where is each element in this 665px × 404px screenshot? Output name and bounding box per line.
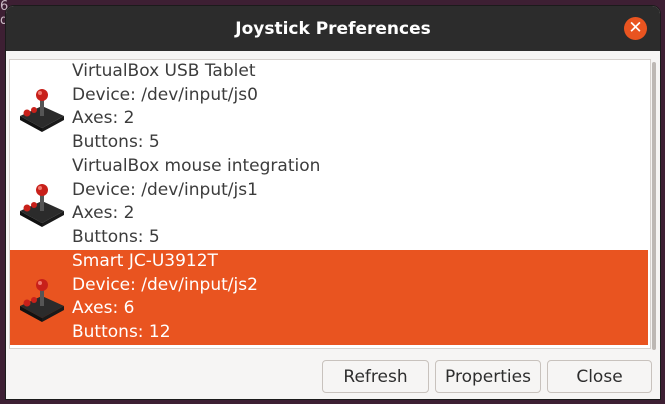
scrollbar-thumb[interactable] — [652, 62, 656, 350]
device-axes: Axes: 6 — [72, 298, 135, 318]
device-axes: Axes: 2 — [72, 203, 135, 223]
close-window-button[interactable]: ✕ — [624, 17, 647, 40]
joystick-icon — [20, 184, 64, 227]
device-row-selected[interactable]: Smart JC-U3912T Device: /dev/input/js2 A… — [10, 250, 648, 345]
device-axes: Axes: 2 — [72, 108, 135, 128]
device-buttons: Buttons: 5 — [72, 131, 160, 152]
vertical-scrollbar[interactable] — [652, 59, 657, 350]
device-row[interactable]: VirtualBox mouse integration Device: /de… — [10, 155, 648, 250]
refresh-button[interactable]: Refresh — [322, 360, 429, 393]
device-name: VirtualBox mouse integration — [72, 156, 321, 176]
close-button[interactable]: Close — [547, 360, 652, 393]
device-row[interactable]: VirtualBox USB Tablet Device: /dev/input… — [10, 60, 648, 155]
dialog-button-row: Refresh Properties Close — [6, 358, 660, 399]
properties-button[interactable]: Properties — [435, 360, 541, 393]
device-buttons: Buttons: 5 — [72, 226, 160, 247]
joystick-preferences-dialog: Joystick Preferences ✕ VirtualBox USB Ta… — [6, 6, 660, 399]
device-info: VirtualBox USB Tablet Device: /dev/input… — [72, 60, 258, 154]
window-title: Joystick Preferences — [235, 18, 431, 39]
joystick-icon — [20, 279, 64, 322]
device-name: Smart JC-U3912T — [72, 251, 218, 271]
device-name: VirtualBox USB Tablet — [72, 61, 256, 81]
device-list[interactable]: VirtualBox USB Tablet Device: /dev/input… — [9, 59, 651, 349]
joystick-icon — [20, 89, 64, 132]
device-info: VirtualBox mouse integration Device: /de… — [72, 155, 320, 249]
titlebar: Joystick Preferences ✕ — [6, 6, 660, 51]
device-path: Device: /dev/input/js0 — [72, 84, 258, 105]
device-info: Smart JC-U3912T Device: /dev/input/js2 A… — [72, 250, 258, 344]
close-icon: ✕ — [628, 18, 643, 38]
device-path: Device: /dev/input/js1 — [72, 179, 258, 200]
device-buttons: Buttons: 12 — [72, 321, 171, 342]
device-path: Device: /dev/input/js2 — [72, 274, 258, 295]
